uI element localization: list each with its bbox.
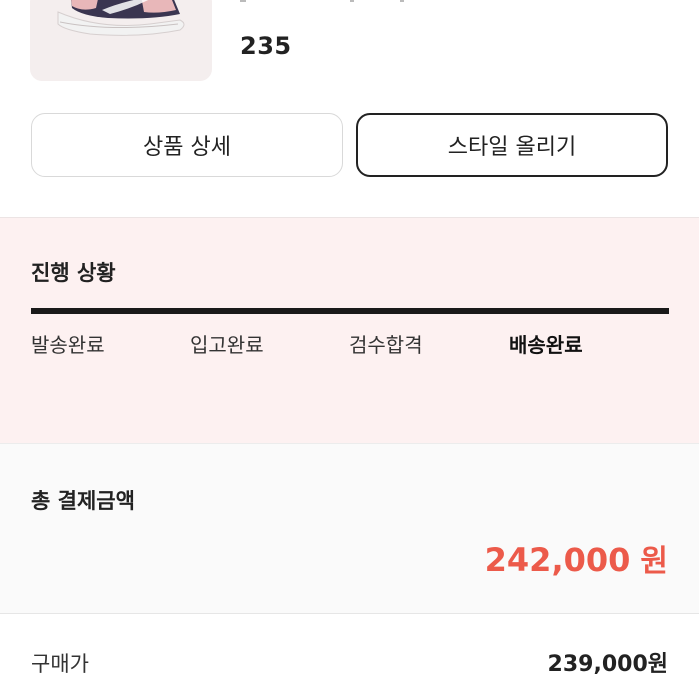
product-image[interactable] <box>30 0 212 81</box>
total-payment-title: 총 결제금액 <box>31 489 135 513</box>
divider <box>0 613 699 614</box>
product-name-cutoff <box>240 0 420 4</box>
progress-bar <box>31 308 669 314</box>
sneaker-image-icon <box>57 0 185 36</box>
total-payment-amount: 242,000 원 <box>485 536 668 580</box>
total-amount-value: 242,000 <box>484 541 631 579</box>
progress-title: 진행 상황 <box>31 261 116 285</box>
progress-bar-fill <box>31 308 669 314</box>
product-detail-button[interactable]: 상품 상세 <box>31 113 343 177</box>
total-amount-unit: 원 <box>640 544 668 579</box>
purchase-price-label: 구매가 <box>31 652 89 676</box>
product-size: 235 <box>240 32 292 60</box>
progress-section: 진행 상황 발송완료 입고완료 검수합격 배송완료 <box>0 217 699 444</box>
total-payment-section: 총 결제금액 242,000 원 <box>0 443 699 614</box>
step-inspection-passed: 검수합격 <box>349 333 423 357</box>
purchase-price-value: 239,000원 <box>547 652 668 677</box>
step-shipped: 발송완료 <box>31 333 105 357</box>
upload-style-button[interactable]: 스타일 올리기 <box>356 113 668 177</box>
step-received: 입고완료 <box>190 333 264 357</box>
step-delivered: 배송완료 <box>509 333 583 357</box>
